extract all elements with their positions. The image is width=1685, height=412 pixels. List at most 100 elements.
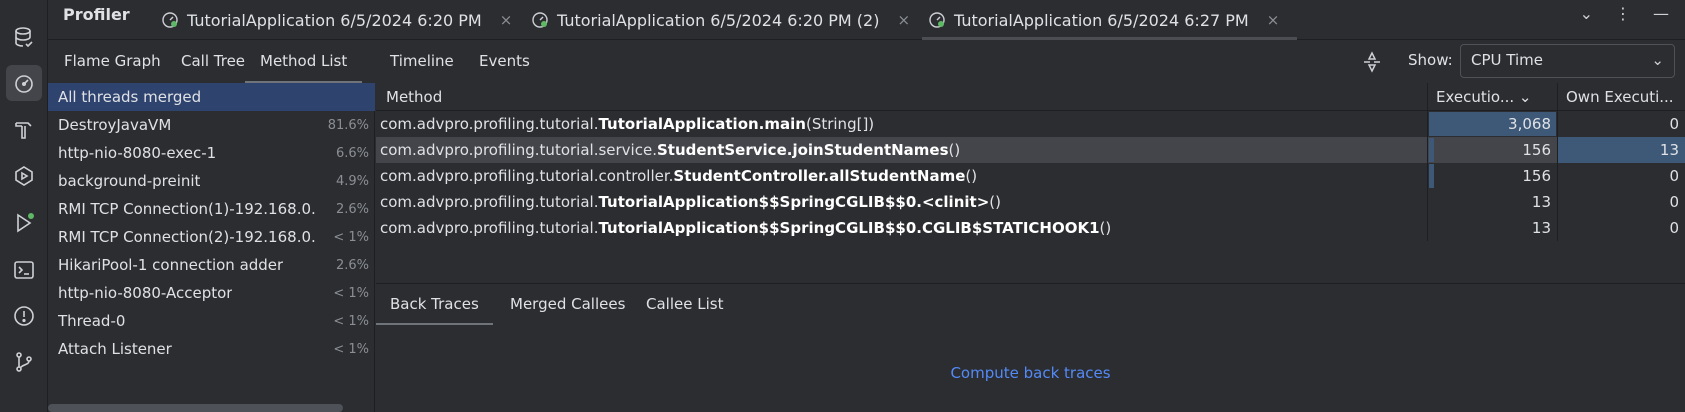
- close-icon[interactable]: ×: [1267, 11, 1280, 29]
- recording-tab-3[interactable]: TutorialApplication 6/5/2024 6:27 PM ×: [921, 0, 1298, 40]
- thread-item[interactable]: Thread-0 < 1%: [48, 307, 375, 335]
- compute-back-traces-link[interactable]: Compute back traces: [376, 364, 1685, 382]
- own-execution-value: 0: [1669, 219, 1679, 237]
- tab-merged-callees[interactable]: Merged Callees: [510, 284, 625, 325]
- method-name: TutorialApplication$$SpringCGLIB$$0.CGLI…: [598, 219, 1100, 237]
- thread-item[interactable]: http-nio-8080-exec-1 6.6%: [48, 139, 375, 167]
- method-package: com.advpro.profiling.tutorial.: [380, 219, 599, 237]
- table-header: Method Executio... ⌄ Own Executi...: [376, 83, 1685, 111]
- thread-name: http-nio-8080-exec-1: [58, 144, 217, 162]
- table-row[interactable]: com.advpro.profiling.tutorial.TutorialAp…: [376, 189, 1685, 215]
- thread-percent: 6.6%: [335, 145, 369, 161]
- problems-icon[interactable]: [6, 298, 42, 334]
- method-name: StudentController.allStudentName: [673, 167, 966, 185]
- thread-percent: 4.9%: [335, 173, 369, 189]
- show-metric-select[interactable]: CPU Time ⌄: [1460, 44, 1675, 78]
- terminal-icon[interactable]: [6, 252, 42, 288]
- tab-call-tree[interactable]: Call Tree: [181, 40, 245, 83]
- execution-bar: [1429, 164, 1434, 188]
- table-row[interactable]: com.advpro.profiling.tutorial.service.St…: [376, 137, 1685, 163]
- close-icon[interactable]: ×: [897, 11, 910, 29]
- recording-tab-2[interactable]: TutorialApplication 6/5/2024 6:20 PM (2)…: [531, 0, 910, 40]
- minimize-icon[interactable]: —: [1653, 4, 1669, 23]
- table-row[interactable]: com.advpro.profiling.tutorial.controller…: [376, 163, 1685, 189]
- thread-percent: 81.6%: [327, 117, 369, 133]
- recordings-bar: Profiler TutorialApplication 6/5/2024 6:…: [48, 0, 1685, 40]
- tab-back-traces[interactable]: Back Traces: [376, 284, 493, 325]
- own-execution-cell: 13: [1557, 137, 1685, 163]
- method-args: (): [965, 167, 978, 185]
- horizontal-scrollbar[interactable]: [48, 404, 343, 412]
- thread-list: All threads merged DestroyJavaVM 81.6% ht…: [48, 83, 375, 412]
- run-icon[interactable]: [6, 205, 42, 241]
- thread-item[interactable]: RMI TCP Connection(1)-192.168.0. 2.6%: [48, 195, 375, 223]
- thread-name: DestroyJavaVM: [58, 116, 172, 134]
- method-package: com.advpro.profiling.tutorial.controller…: [380, 167, 674, 185]
- thread-percent: < 1%: [333, 229, 369, 245]
- thread-name: All threads merged: [58, 88, 202, 106]
- thread-item[interactable]: RMI TCP Connection(2)-192.168.0. < 1%: [48, 223, 375, 251]
- method-args: (): [948, 141, 961, 159]
- recording-tab-label: TutorialApplication 6/5/2024 6:20 PM: [187, 10, 482, 30]
- column-header-method[interactable]: Method: [386, 83, 442, 111]
- services-icon[interactable]: [6, 158, 42, 194]
- tab-method-list[interactable]: Method List: [245, 40, 363, 83]
- method-cell: com.advpro.profiling.tutorial.controller…: [380, 163, 977, 189]
- own-execution-value: 0: [1669, 193, 1679, 211]
- close-icon[interactable]: ×: [500, 11, 513, 29]
- tab-timeline[interactable]: Timeline: [390, 40, 454, 83]
- thread-name: RMI TCP Connection(1)-192.168.0.: [58, 200, 316, 218]
- method-cell: com.advpro.profiling.tutorial.TutorialAp…: [380, 215, 1111, 241]
- more-options-icon[interactable]: ⋮: [1615, 4, 1631, 23]
- execution-value: 13: [1531, 219, 1551, 237]
- show-label: Show:: [1408, 51, 1453, 69]
- tab-events[interactable]: Events: [479, 40, 530, 83]
- thread-name: Thread-0: [58, 312, 126, 330]
- recording-icon: [929, 12, 945, 28]
- method-args: (): [1099, 219, 1112, 237]
- execution-bar: [1429, 138, 1434, 162]
- recording-tab-label: TutorialApplication 6/5/2024 6:27 PM: [954, 10, 1249, 30]
- thread-percent: < 1%: [333, 313, 369, 329]
- thread-item[interactable]: background-preinit 4.9%: [48, 167, 375, 195]
- database-icon[interactable]: [6, 20, 42, 56]
- method-name: TutorialApplication.main: [598, 115, 806, 133]
- thread-percent: 2.6%: [335, 201, 369, 217]
- method-args: (): [989, 193, 1001, 211]
- build-hammer-icon[interactable]: [6, 112, 42, 148]
- own-execution-cell: 0: [1557, 189, 1685, 215]
- thread-percent: < 1%: [333, 285, 369, 301]
- method-cell: com.advpro.profiling.tutorial.TutorialAp…: [380, 189, 1001, 215]
- view-tab-bar: Flame Graph Call Tree Method List Timeli…: [48, 40, 1685, 83]
- column-header-own-execution[interactable]: Own Executi...: [1557, 83, 1685, 111]
- execution-cell: 156: [1427, 163, 1557, 189]
- tool-window-strip: [0, 0, 48, 412]
- chevron-down-icon[interactable]: ⌄: [1580, 4, 1593, 23]
- git-icon[interactable]: [6, 344, 42, 380]
- own-execution-value: 13: [1659, 141, 1679, 159]
- method-package: com.advpro.profiling.tutorial.: [380, 193, 599, 211]
- method-package: com.advpro.profiling.tutorial.: [380, 115, 599, 133]
- table-row[interactable]: com.advpro.profiling.tutorial.TutorialAp…: [376, 215, 1685, 241]
- recording-tab-1[interactable]: TutorialApplication 6/5/2024 6:20 PM ×: [161, 0, 512, 40]
- execution-value: 156: [1522, 167, 1551, 185]
- tab-flame-graph[interactable]: Flame Graph: [64, 40, 161, 83]
- thread-item[interactable]: DestroyJavaVM 81.6%: [48, 111, 375, 139]
- execution-value: 3,068: [1508, 115, 1551, 133]
- thread-item[interactable]: All threads merged: [48, 83, 375, 111]
- table-row[interactable]: com.advpro.profiling.tutorial.TutorialAp…: [376, 111, 1685, 137]
- tool-window-title: Profiler: [63, 5, 130, 24]
- window-actions: ⌄ ⋮ —: [1580, 4, 1669, 23]
- own-execution-cell: 0: [1557, 163, 1685, 189]
- method-cell: com.advpro.profiling.tutorial.TutorialAp…: [380, 111, 874, 137]
- profiler-gauge-icon[interactable]: [6, 65, 42, 101]
- execution-value: 13: [1531, 193, 1551, 211]
- collapse-icon[interactable]: [1360, 50, 1384, 74]
- chevron-down-icon: ⌄: [1651, 51, 1664, 69]
- thread-item[interactable]: http-nio-8080-Acceptor < 1%: [48, 279, 375, 307]
- column-header-execution[interactable]: Executio... ⌄: [1427, 83, 1557, 111]
- tab-callee-list[interactable]: Callee List: [646, 284, 723, 325]
- thread-item[interactable]: Attach Listener < 1%: [48, 335, 375, 363]
- thread-item[interactable]: HikariPool-1 connection adder 2.6%: [48, 251, 375, 279]
- thread-percent: 2.6%: [335, 257, 369, 273]
